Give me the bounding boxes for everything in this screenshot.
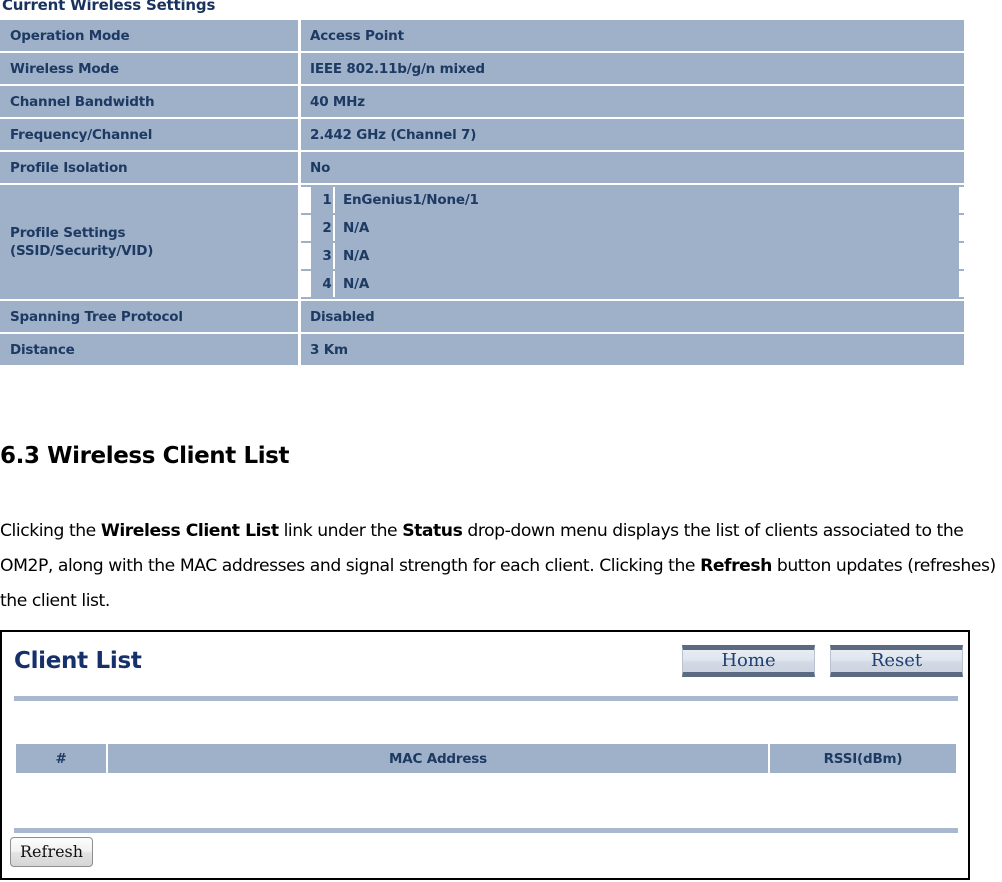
profile-index: 4 <box>301 271 335 297</box>
table-header-row: # MAC Address RSSI(dBm) <box>16 744 956 773</box>
profile-settings-value: 1 EnGenius1/None/1 2 N/A 3 N/A 4 N/A <box>301 185 964 299</box>
profile-index: 1 <box>301 187 335 213</box>
row-value: Access Point <box>301 20 964 51</box>
table-row: Profile Isolation No <box>0 152 964 183</box>
paragraph-bold-wireless-client-list: Wireless Client List <box>100 521 279 541</box>
paragraph-text-1: Clicking the <box>0 521 101 541</box>
row-value: No <box>301 152 964 183</box>
table-row: Spanning Tree Protocol Disabled <box>0 301 964 332</box>
paragraph-bold-refresh: Refresh <box>700 556 772 576</box>
row-value: 2.442 GHz (Channel 7) <box>301 119 964 150</box>
home-button[interactable]: Home <box>682 645 815 677</box>
profile-row: 2 N/A <box>301 215 964 241</box>
row-label: Wireless Mode <box>0 53 301 84</box>
column-header-index: # <box>16 744 106 773</box>
panel-title: Client List <box>14 648 142 674</box>
profile-value-text: N/A <box>335 243 964 269</box>
column-header-rssi: RSSI(dBm) <box>770 744 956 773</box>
row-label: Distance <box>0 334 301 365</box>
profile-row: 4 N/A <box>301 271 964 297</box>
profile-settings-label-line1: Profile Settings <box>10 225 126 241</box>
profile-row: 1 EnGenius1/None/1 <box>301 187 964 213</box>
table-row: Operation Mode Access Point <box>0 20 964 51</box>
current-wireless-settings-block: Current Wireless Settings Operation Mode… <box>0 0 964 367</box>
client-list-table: # MAC Address RSSI(dBm) <box>14 744 958 773</box>
page-title: 6.3 Wireless Client List <box>0 443 290 469</box>
profile-settings-label: Profile Settings (SSID/Security/VID) <box>0 185 301 299</box>
divider-bottom <box>14 828 958 833</box>
row-label: Operation Mode <box>0 20 301 51</box>
table-row: Frequency/Channel 2.442 GHz (Channel 7) <box>0 119 964 150</box>
table-row-profile-settings: Profile Settings (SSID/Security/VID) 1 E… <box>0 185 964 299</box>
paragraph-bold-status: Status <box>402 521 463 541</box>
divider-top <box>14 696 958 701</box>
table-row: Distance 3 Km <box>0 334 964 365</box>
settings-heading: Current Wireless Settings <box>2 0 216 14</box>
table-row: Wireless Mode IEEE 802.11b/g/n mixed <box>0 53 964 84</box>
wireless-settings-table: Operation Mode Access Point Wireless Mod… <box>0 18 964 367</box>
reset-button[interactable]: Reset <box>830 645 963 677</box>
row-value: 3 Km <box>301 334 964 365</box>
row-label: Channel Bandwidth <box>0 86 301 117</box>
profile-index: 3 <box>301 243 335 269</box>
paragraph-text-2: link under the <box>278 521 403 541</box>
profile-value-text: EnGenius1/None/1 <box>335 187 964 213</box>
row-label: Profile Isolation <box>0 152 301 183</box>
profile-settings-label-line2: (SSID/Security/VID) <box>10 243 154 259</box>
profile-value-text: N/A <box>335 215 964 241</box>
row-label: Spanning Tree Protocol <box>0 301 301 332</box>
refresh-button[interactable]: Refresh <box>10 837 94 867</box>
column-header-mac-address: MAC Address <box>108 744 768 773</box>
client-list-panel: Client List Home Reset # MAC Address RSS… <box>0 630 970 880</box>
profile-index: 2 <box>301 215 335 241</box>
row-label: Frequency/Channel <box>0 119 301 150</box>
row-value: Disabled <box>301 301 964 332</box>
profile-value-text: N/A <box>335 271 964 297</box>
body-paragraph: Clicking the Wireless Client List link u… <box>0 514 1002 619</box>
profiles-table: 1 EnGenius1/None/1 2 N/A 3 N/A 4 N/A <box>301 185 964 299</box>
table-row: Channel Bandwidth 40 MHz <box>0 86 964 117</box>
profile-row: 3 N/A <box>301 243 964 269</box>
row-value: IEEE 802.11b/g/n mixed <box>301 53 964 84</box>
row-value: 40 MHz <box>301 86 964 117</box>
